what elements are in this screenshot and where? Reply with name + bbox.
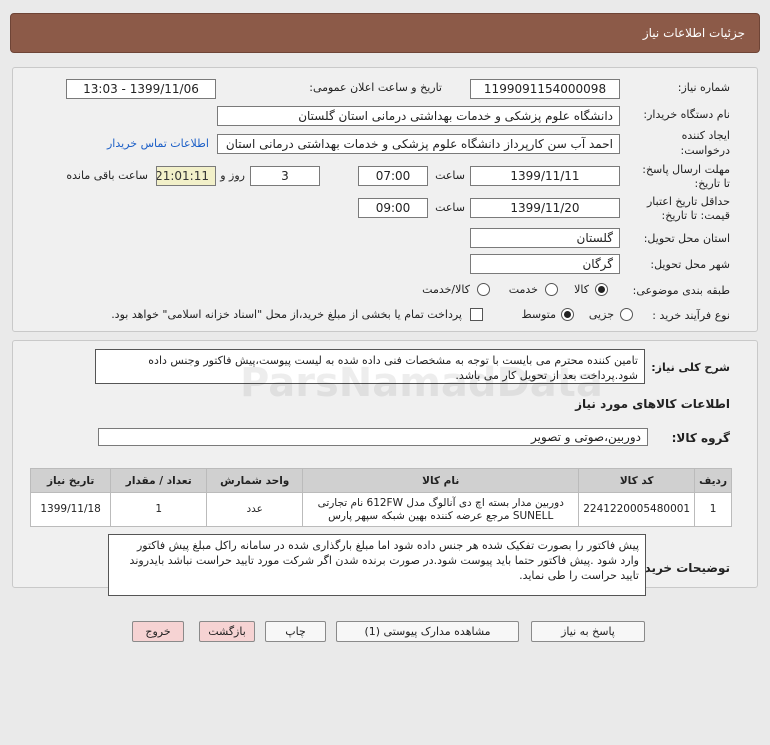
purchase-minor-label: جزیی bbox=[588, 308, 614, 321]
city-field: گرگان bbox=[470, 254, 620, 274]
remaining-days-field: 3 bbox=[250, 166, 320, 186]
row-unit: عدد bbox=[206, 492, 304, 527]
validity-time-field: 09:00 bbox=[358, 198, 428, 218]
description-label: شرح کلی نیاز: bbox=[651, 361, 730, 374]
row-index: 1 bbox=[694, 492, 732, 527]
reply-button[interactable]: پاسخ به نیاز bbox=[531, 621, 645, 642]
row-date: 1399/11/18 bbox=[29, 492, 112, 527]
reply-deadline-label-2: تا تاریخ: bbox=[694, 177, 730, 190]
purchase-type-label: نوع فرآیند خرید : bbox=[652, 309, 730, 322]
back-button[interactable]: بازگشت bbox=[199, 621, 255, 642]
col-index: ردیف bbox=[694, 468, 732, 493]
purchase-medium-radio[interactable] bbox=[561, 308, 574, 321]
price-validity-label-2: قیمت: تا تاریخ: bbox=[661, 209, 730, 222]
description-text: تامین کننده محترم می بایست با توجه به مش… bbox=[95, 349, 645, 384]
print-button[interactable]: چاپ bbox=[265, 621, 326, 642]
reply-deadline-label-1: مهلت ارسال پاسخ: bbox=[642, 163, 730, 176]
row-qty: 1 bbox=[110, 492, 208, 527]
treasury-payment-checkbox[interactable] bbox=[470, 308, 483, 321]
category-label: طبقه بندی موضوعی: bbox=[632, 284, 730, 297]
need-number-field: 1199091154000098 bbox=[470, 79, 620, 99]
province-field: گلستان bbox=[470, 228, 620, 248]
goods-table: ردیف کد کالا نام کالا واحد شمارش تعداد /… bbox=[29, 468, 732, 527]
view-attachments-button[interactable]: مشاهده مدارک پیوستی (1) bbox=[336, 621, 519, 642]
goods-group-field: دوربین،صوتی و تصویر bbox=[98, 428, 648, 446]
row-name-line1: دوربین مدار بسته اچ دی آنالوگ مدل 612FW … bbox=[317, 496, 564, 509]
category-goods-radio[interactable] bbox=[595, 283, 608, 296]
col-code: کد کالا bbox=[578, 468, 696, 493]
category-both-radio[interactable] bbox=[477, 283, 490, 296]
reply-time-field: 07:00 bbox=[358, 166, 428, 186]
requester-label-1: ایجاد کننده bbox=[681, 129, 730, 142]
category-service-label: خدمت bbox=[508, 283, 538, 296]
buyer-contact-link[interactable]: اطلاعات تماس خریدار bbox=[107, 137, 209, 150]
buyer-notes-text: پیش فاکتور را بصورت تفکیک شده هر جنس داد… bbox=[108, 534, 646, 596]
exit-button[interactable]: خروج bbox=[132, 621, 184, 642]
col-qty: تعداد / مقدار bbox=[110, 468, 208, 493]
goods-section-title: اطلاعات کالاهای مورد نیاز bbox=[575, 397, 730, 411]
reply-date-field: 1399/11/11 bbox=[470, 166, 620, 186]
page-header: جزئیات اطلاعات نیاز bbox=[10, 13, 760, 53]
remaining-label: ساعت باقی مانده bbox=[66, 169, 148, 182]
validity-date-field: 1399/11/20 bbox=[470, 198, 620, 218]
table-row: 1 2241220005480001 دوربین مدار بسته اچ د… bbox=[29, 492, 732, 527]
col-date: تاریخ نیاز bbox=[29, 468, 112, 493]
category-goods-label: کالا bbox=[574, 283, 589, 296]
city-label: شهر محل تحویل: bbox=[650, 258, 730, 271]
row-name-line2: SUNELL مرجع عرضه کننده بهین شبکه سپهر پا… bbox=[328, 509, 554, 522]
buyer-org-field: دانشگاه علوم پزشکی و خدمات بهداشتی درمان… bbox=[217, 106, 620, 126]
requester-field: احمد آب سن کارپرداز دانشگاه علوم پزشکی و… bbox=[217, 134, 620, 154]
row-code: 2241220005480001 bbox=[578, 492, 696, 527]
need-number-label: شماره نیاز: bbox=[677, 81, 730, 94]
price-validity-label-1: حداقل تاریخ اعتبار bbox=[646, 195, 730, 208]
col-unit: واحد شمارش bbox=[206, 468, 304, 493]
announce-field: 1399/11/06 - 13:03 bbox=[66, 79, 216, 99]
validity-time-label: ساعت bbox=[435, 201, 465, 214]
category-service-radio[interactable] bbox=[545, 283, 558, 296]
row-name: دوربین مدار بسته اچ دی آنالوگ مدل 612FW … bbox=[302, 492, 580, 527]
treasury-payment-note: پرداخت تمام یا بخشی از مبلغ خرید،از محل … bbox=[111, 308, 462, 321]
category-both-label: کالا/خدمت bbox=[422, 283, 470, 296]
page-title: جزئیات اطلاعات نیاز bbox=[642, 26, 745, 40]
purchase-medium-label: متوسط bbox=[521, 308, 556, 321]
province-label: استان محل تحویل: bbox=[643, 232, 730, 245]
goods-group-label: گروه کالا: bbox=[671, 431, 730, 445]
purchase-minor-radio[interactable] bbox=[620, 308, 633, 321]
col-name: نام کالا bbox=[302, 468, 580, 493]
buyer-org-label: نام دستگاه خریدار: bbox=[643, 108, 730, 121]
announce-label: تاریخ و ساعت اعلان عمومی: bbox=[309, 81, 442, 94]
countdown-timer: 21:01:11 bbox=[156, 166, 216, 186]
days-label: روز و bbox=[220, 169, 245, 182]
goods-table-header: ردیف کد کالا نام کالا واحد شمارش تعداد /… bbox=[29, 468, 732, 493]
reply-time-label: ساعت bbox=[435, 169, 465, 182]
requester-label-2: درخواست: bbox=[680, 144, 730, 157]
